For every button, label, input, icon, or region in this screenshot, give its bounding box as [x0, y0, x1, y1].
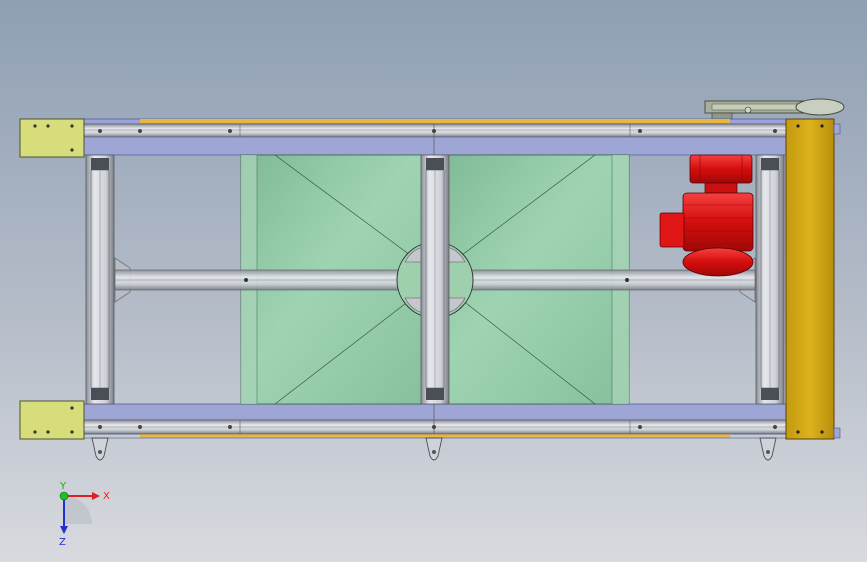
bottom-rail: [83, 403, 788, 439]
post-center: [420, 154, 450, 405]
cad-viewport[interactable]: X Y Z: [0, 0, 867, 562]
coordinate-triad: X Y Z: [59, 481, 110, 548]
post-right: [755, 154, 785, 405]
end-plate-bottom-left: [19, 400, 85, 440]
x-axis-label: X: [103, 491, 110, 502]
post-left: [85, 154, 115, 405]
end-plate-top-left: [19, 118, 85, 158]
leveling-feet: [91, 437, 777, 461]
gear-reducer-top: [704, 98, 845, 121]
y-axis-label: Y: [59, 481, 67, 492]
top-rail: [83, 118, 788, 156]
side-plate-right: [785, 118, 841, 440]
gear-motor: [659, 154, 754, 277]
z-axis-label: Z: [59, 537, 66, 548]
